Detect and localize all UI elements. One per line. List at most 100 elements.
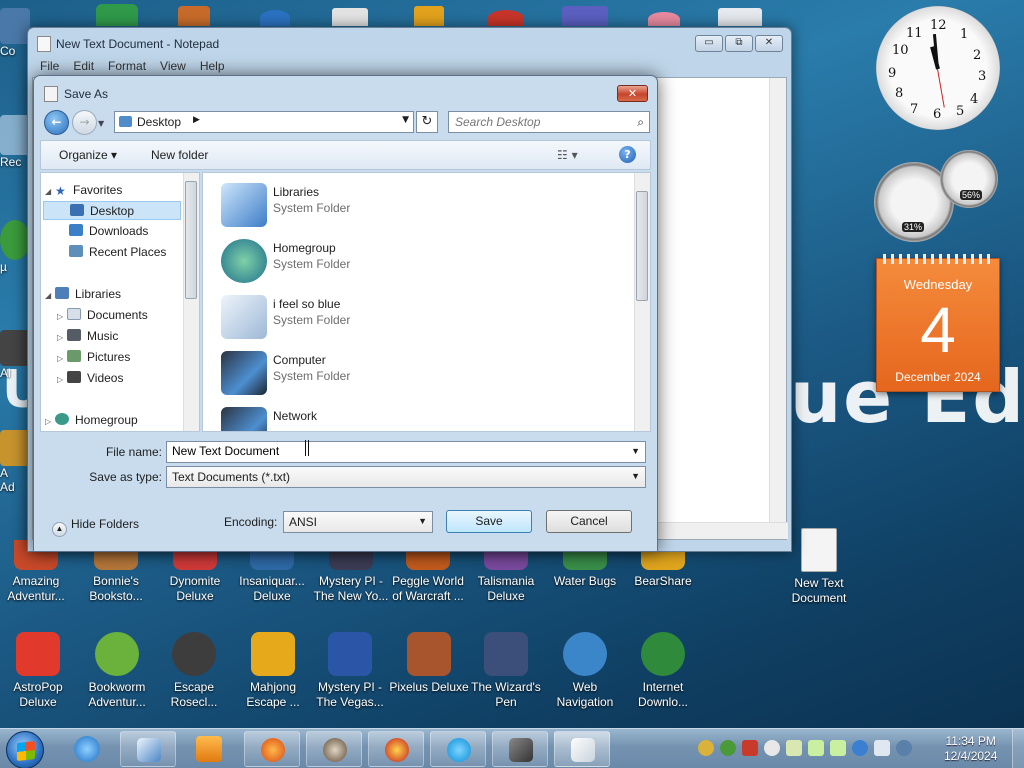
taskbar-skype[interactable] — [430, 731, 486, 767]
breadcrumb-arrow-icon[interactable]: ▶ — [193, 115, 200, 125]
file-name-input[interactable] — [172, 444, 592, 458]
desktop-icon-top[interactable] — [562, 6, 608, 26]
tray-icon[interactable] — [698, 740, 714, 756]
maximize-button[interactable]: ⧉ — [725, 35, 753, 52]
dialog-close-button[interactable]: ✕ — [617, 85, 648, 102]
nav-item-recent-places[interactable]: Recent Places — [69, 243, 166, 262]
network-tray-icon[interactable] — [874, 740, 890, 756]
cpu-meter-gadget[interactable]: 31% 56% — [874, 150, 1002, 242]
desktop-icon[interactable]: Mystery PI - The Vegas... — [310, 632, 390, 710]
desktop-icon-top[interactable] — [488, 10, 524, 26]
taskbar-game[interactable] — [306, 731, 362, 767]
nav-item-documents[interactable]: ▷ Documents — [57, 306, 148, 325]
start-button[interactable] — [6, 731, 44, 768]
volume-tray-icon[interactable] — [896, 740, 912, 756]
file-item-user-folder[interactable]: i feel so blue System Folder — [221, 293, 621, 341]
nav-item-libraries[interactable]: ◢ Libraries — [45, 285, 121, 304]
desktop-icon[interactable]: Escape Rosecl... — [154, 632, 234, 710]
organize-button[interactable]: Organize ▾ — [59, 148, 117, 162]
nav-item-downloads[interactable]: Downloads — [69, 222, 148, 241]
desktop-icon[interactable]: Internet Downlo... — [623, 632, 703, 710]
taskbar-notepad[interactable] — [554, 731, 610, 767]
utorrent-tray-icon[interactable] — [720, 740, 736, 756]
search-box[interactable]: ⌕ — [448, 111, 650, 133]
desktop-icon-top[interactable] — [648, 12, 680, 26]
taskbar-winrar[interactable] — [492, 731, 548, 767]
expand-arrow-icon[interactable]: ▷ — [57, 349, 67, 368]
file-item-homegroup[interactable]: Homegroup System Folder — [221, 237, 621, 285]
address-location[interactable]: Desktop — [137, 115, 181, 129]
collapse-arrow-icon[interactable]: ◢ — [45, 182, 55, 201]
search-input[interactable] — [455, 115, 625, 129]
desktop-icon-top[interactable] — [96, 4, 138, 26]
desktop-icon-top[interactable] — [178, 6, 210, 26]
collapse-arrow-icon[interactable]: ◢ — [45, 286, 55, 305]
hide-folders-button[interactable]: ▲ Hide Folders — [52, 517, 139, 537]
tray-icon[interactable] — [852, 740, 868, 756]
views-icon[interactable]: ☷ ▾ — [557, 148, 578, 162]
encoding-select[interactable]: ANSI ▼ — [283, 511, 433, 533]
desktop-icon-partial-2[interactable]: A Ad — [0, 430, 30, 510]
address-bar[interactable]: Desktop ▶ ▼ — [114, 111, 414, 133]
scroll-thumb[interactable] — [185, 181, 197, 299]
address-dropdown-icon[interactable]: ▼ — [402, 115, 409, 125]
minimize-button[interactable]: ▭ — [695, 35, 723, 52]
calendar-gadget[interactable]: Wednesday 4 December 2024 — [876, 254, 1000, 392]
clock-area[interactable]: 11:34 PM 12/4/2024 — [944, 734, 997, 764]
save-as-type-dropdown-icon[interactable]: ▼ — [631, 471, 640, 481]
recent-locations-dropdown-icon[interactable]: ▼ — [98, 119, 104, 128]
desktop-icon[interactable]: Web Navigation — [545, 632, 625, 710]
expand-arrow-icon[interactable]: ▷ — [57, 370, 67, 389]
show-desktop-button[interactable] — [1012, 729, 1024, 768]
taskbar-media-player[interactable] — [182, 731, 238, 767]
help-icon[interactable]: ? — [619, 146, 636, 163]
nav-item-music[interactable]: ▷ Music — [57, 327, 118, 346]
close-button[interactable]: ✕ — [755, 35, 783, 52]
forward-button[interactable]: → — [72, 110, 97, 135]
navigation-scrollbar[interactable] — [183, 173, 199, 431]
taskbar-popcap[interactable] — [368, 731, 424, 767]
desktop-icon[interactable]: Pixelus Deluxe — [389, 632, 469, 695]
taskbar-internet-explorer[interactable] — [60, 731, 116, 767]
save-as-type-select[interactable]: Text Documents (*.txt) ▼ — [166, 466, 646, 488]
desktop-icon[interactable]: Mahjong Escape ... — [233, 632, 313, 710]
tray-icon[interactable] — [786, 740, 802, 756]
file-item-computer[interactable]: Computer System Folder — [221, 349, 621, 397]
desktop-icon-top[interactable] — [414, 6, 444, 26]
desktop-icon-recycle-bin[interactable]: Rec — [0, 115, 30, 177]
file-item-network[interactable]: Network — [221, 405, 621, 431]
nav-item-videos[interactable]: ▷ Videos — [57, 369, 123, 388]
encoding-dropdown-icon[interactable]: ▼ — [418, 516, 427, 526]
refresh-button[interactable]: ↻ — [416, 111, 438, 133]
desktop-icon-utorrent[interactable]: µ — [0, 220, 30, 280]
antivirus-tray-icon[interactable] — [742, 740, 758, 756]
nav-item-favorites[interactable]: ◢ ★ Favorites — [45, 181, 122, 200]
nav-item-pictures[interactable]: ▷ Pictures — [57, 348, 130, 367]
file-name-combo[interactable]: ▼ — [166, 441, 646, 463]
desktop-icon-top[interactable] — [718, 8, 762, 26]
desktop-icon[interactable]: AstroPop Deluxe — [0, 632, 78, 710]
desktop-icon[interactable]: Bookworm Adventur... — [77, 632, 157, 710]
back-button[interactable]: ← — [44, 110, 69, 135]
scroll-thumb[interactable] — [636, 191, 648, 301]
expand-arrow-icon[interactable]: ▷ — [57, 328, 67, 347]
tray-icon[interactable] — [830, 740, 846, 756]
save-button[interactable]: Save — [446, 510, 532, 533]
taskbar-firefox[interactable] — [244, 731, 300, 767]
tray-icon[interactable] — [808, 740, 824, 756]
desktop-icon-partial-1[interactable]: Al — [0, 330, 30, 390]
file-list-scrollbar[interactable] — [634, 173, 650, 431]
file-item-libraries[interactable]: Libraries System Folder — [221, 181, 621, 229]
new-folder-button[interactable]: New folder — [151, 148, 208, 162]
expand-arrow-icon[interactable]: ▷ — [45, 412, 55, 431]
desktop-icon-top[interactable] — [260, 10, 290, 26]
nav-item-homegroup[interactable]: ▷ Homegroup — [45, 411, 138, 430]
expand-arrow-icon[interactable]: ▷ — [57, 307, 67, 326]
nav-item-desktop[interactable]: Desktop — [43, 201, 181, 220]
notepad-vertical-scrollbar[interactable] — [769, 78, 786, 523]
desktop-icon[interactable]: The Wizard's Pen — [466, 632, 546, 710]
chat-tray-icon[interactable] — [764, 740, 780, 756]
desktop-icon-top[interactable] — [332, 8, 368, 26]
file-name-dropdown-icon[interactable]: ▼ — [631, 446, 640, 456]
clock-gadget[interactable]: 12 1 2 3 4 5 6 7 8 9 10 11 — [876, 6, 1000, 130]
